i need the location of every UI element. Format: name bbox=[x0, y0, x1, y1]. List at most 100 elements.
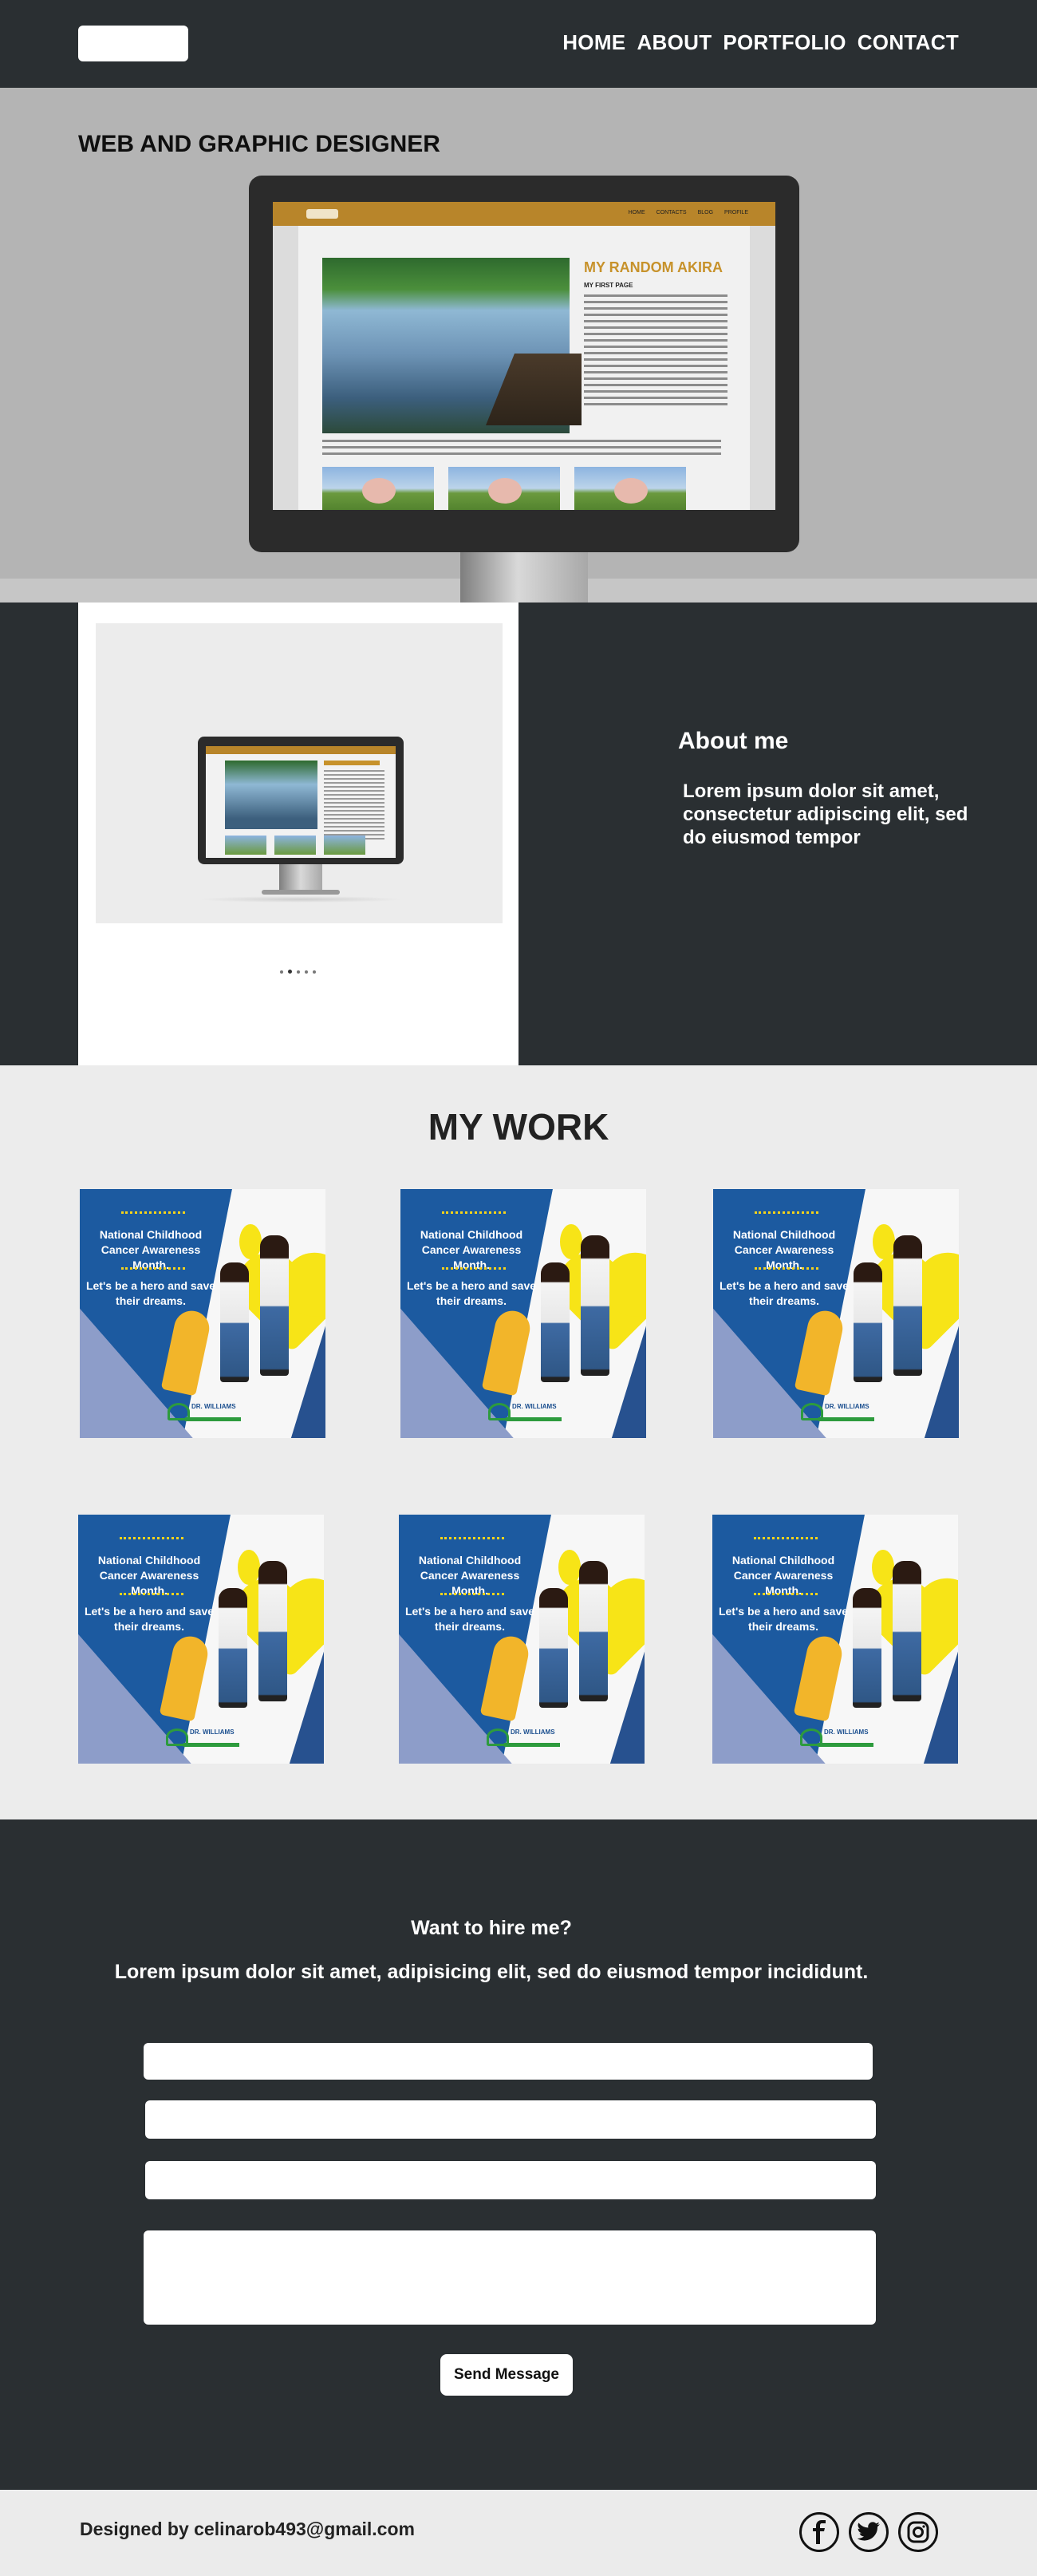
mockup-landscape-photo bbox=[322, 258, 582, 433]
carousel-dot-active[interactable] bbox=[288, 970, 292, 974]
poster-brand-bar bbox=[185, 1417, 241, 1421]
poster-tagline: Let's be a hero and save their dreams. bbox=[404, 1605, 535, 1633]
subject-field[interactable] bbox=[145, 2161, 876, 2199]
poster-headline: National Childhood Cancer Awareness Mont… bbox=[99, 1228, 203, 1271]
mockup-nav: HOME CONTACTS BLOG PROFILE bbox=[629, 210, 748, 215]
small-mockup-heading bbox=[324, 761, 380, 765]
mockup-nav-item: HOME bbox=[628, 210, 645, 215]
nav-links: HOME ABOUT PORTFOLIO CONTACT bbox=[562, 30, 959, 55]
poster-child bbox=[260, 1235, 289, 1376]
small-monitor-mockup bbox=[198, 737, 404, 906]
name-field[interactable] bbox=[144, 2043, 873, 2080]
send-message-button[interactable]: Send Message bbox=[440, 2354, 573, 2396]
poster-wave bbox=[754, 1537, 818, 1542]
small-monitor-neck bbox=[279, 864, 322, 891]
nav-contact-link[interactable]: CONTACT bbox=[858, 30, 959, 55]
portfolio-item[interactable]: National Childhood Cancer Awareness Mont… bbox=[78, 1515, 324, 1764]
poster-brand-name: DR. WILLIAMS bbox=[824, 1729, 869, 1736]
poster-wave bbox=[442, 1267, 506, 1272]
poster-wave bbox=[440, 1593, 504, 1598]
hero-title: WEB AND GRAPHIC DESIGNER bbox=[78, 131, 440, 157]
small-monitor-screen bbox=[206, 746, 396, 858]
mockup-thumbnail bbox=[448, 467, 560, 510]
poster-brand-bar bbox=[504, 1743, 560, 1747]
poster-wave bbox=[120, 1537, 183, 1542]
portfolio-item[interactable]: National Childhood Cancer Awareness Mont… bbox=[713, 1189, 959, 1438]
monitor-screen: HOME CONTACTS BLOG PROFILE MY RANDOM AKI… bbox=[273, 202, 775, 510]
nav-about-link[interactable]: ABOUT bbox=[637, 30, 712, 55]
monitor-mockup: HOME CONTACTS BLOG PROFILE MY RANDOM AKI… bbox=[249, 176, 799, 632]
small-mockup-bar bbox=[206, 746, 396, 754]
poster-child bbox=[853, 1588, 881, 1708]
poster-tagline: Let's be a hero and save their dreams. bbox=[718, 1605, 849, 1633]
mockup-page: MY RANDOM AKIRA MY FIRST PAGE bbox=[298, 226, 750, 510]
poster-child bbox=[893, 1235, 922, 1376]
poster-tagline: Let's be a hero and save their dreams. bbox=[406, 1279, 537, 1307]
contact-section: Want to hire me? Lorem ipsum dolor sit a… bbox=[0, 1819, 1037, 2490]
carousel-dot[interactable] bbox=[297, 970, 300, 974]
mockup-deck-shape bbox=[486, 354, 582, 425]
poster-child bbox=[581, 1235, 609, 1376]
poster-brand-logo: DR. WILLIAMS bbox=[166, 1724, 246, 1752]
poster-brand-logo: DR. WILLIAMS bbox=[488, 1398, 568, 1427]
message-field[interactable] bbox=[144, 2230, 876, 2325]
poster-headline: National Childhood Cancer Awareness Mont… bbox=[418, 1554, 522, 1597]
about-image bbox=[96, 623, 503, 923]
carousel-dots[interactable] bbox=[280, 970, 316, 974]
twitter-icon[interactable] bbox=[849, 2512, 889, 2552]
work-section: MY WORK National Childhood Cancer Awaren… bbox=[0, 1065, 1037, 1819]
footer: Designed by celinarob493@gmail.com bbox=[0, 2490, 1037, 2576]
instagram-icon[interactable] bbox=[898, 2512, 938, 2552]
poster-wave bbox=[120, 1593, 183, 1598]
poster-headline: National Childhood Cancer Awareness Mont… bbox=[732, 1228, 836, 1271]
poster-child bbox=[541, 1262, 570, 1382]
carousel-dot[interactable] bbox=[305, 970, 308, 974]
poster-headline: National Childhood Cancer Awareness Mont… bbox=[97, 1554, 201, 1597]
work-title: MY WORK bbox=[428, 1106, 609, 1148]
poster-brand-name: DR. WILLIAMS bbox=[825, 1403, 869, 1410]
nav-home-link[interactable]: HOME bbox=[562, 30, 625, 55]
poster-brand-name: DR. WILLIAMS bbox=[512, 1403, 557, 1410]
poster-wave bbox=[440, 1537, 504, 1542]
poster-wave bbox=[121, 1211, 185, 1216]
top-navbar: HOME ABOUT PORTFOLIO CONTACT bbox=[0, 0, 1037, 88]
poster-wave bbox=[121, 1267, 185, 1272]
poster-headline: National Childhood Cancer Awareness Mont… bbox=[420, 1228, 523, 1271]
poster-wave bbox=[442, 1211, 506, 1216]
mockup-nav-item: PROFILE bbox=[724, 210, 748, 215]
poster-brand-name: DR. WILLIAMS bbox=[190, 1729, 235, 1736]
facebook-icon[interactable] bbox=[799, 2512, 839, 2552]
portfolio-item[interactable]: National Childhood Cancer Awareness Mont… bbox=[80, 1189, 325, 1438]
logo[interactable] bbox=[78, 26, 188, 61]
poster-wave bbox=[755, 1267, 818, 1272]
portfolio-item[interactable]: National Childhood Cancer Awareness Mont… bbox=[712, 1515, 958, 1764]
portfolio-item[interactable]: National Childhood Cancer Awareness Mont… bbox=[400, 1189, 646, 1438]
footer-credit: Designed by celinarob493@gmail.com bbox=[80, 2519, 415, 2539]
carousel-dot[interactable] bbox=[313, 970, 316, 974]
poster-brand-bar bbox=[183, 1743, 239, 1747]
poster-wave bbox=[755, 1211, 818, 1216]
small-mockup-text bbox=[324, 770, 384, 842]
poster-brand-logo: DR. WILLIAMS bbox=[487, 1724, 566, 1752]
about-section: About me Lorem ipsum dolor sit amet, con… bbox=[0, 603, 1037, 1065]
nav-portfolio-link[interactable]: PORTFOLIO bbox=[723, 30, 846, 55]
portfolio-item[interactable]: National Childhood Cancer Awareness Mont… bbox=[399, 1515, 645, 1764]
poster-brand-logo: DR. WILLIAMS bbox=[801, 1398, 881, 1427]
poster-child bbox=[854, 1262, 882, 1382]
poster-brand-name: DR. WILLIAMS bbox=[191, 1403, 236, 1410]
small-monitor-frame bbox=[198, 737, 404, 864]
mockup-subheading: MY FIRST PAGE bbox=[584, 282, 633, 289]
carousel-dot[interactable] bbox=[280, 970, 283, 974]
monitor-shadow bbox=[198, 896, 404, 903]
mockup-thumbnail bbox=[322, 467, 434, 510]
mockup-thumbnail bbox=[574, 467, 686, 510]
poster-child bbox=[219, 1588, 247, 1708]
mockup-header-bar: HOME CONTACTS BLOG PROFILE bbox=[273, 202, 775, 226]
small-mockup-photo bbox=[225, 761, 317, 829]
poster-wave bbox=[754, 1593, 818, 1598]
email-field[interactable] bbox=[145, 2100, 876, 2139]
poster-tagline: Let's be a hero and save their dreams. bbox=[719, 1279, 850, 1307]
mockup-body-text-wide bbox=[322, 440, 721, 459]
poster-child bbox=[579, 1561, 608, 1701]
small-mockup-thumb bbox=[225, 836, 266, 855]
